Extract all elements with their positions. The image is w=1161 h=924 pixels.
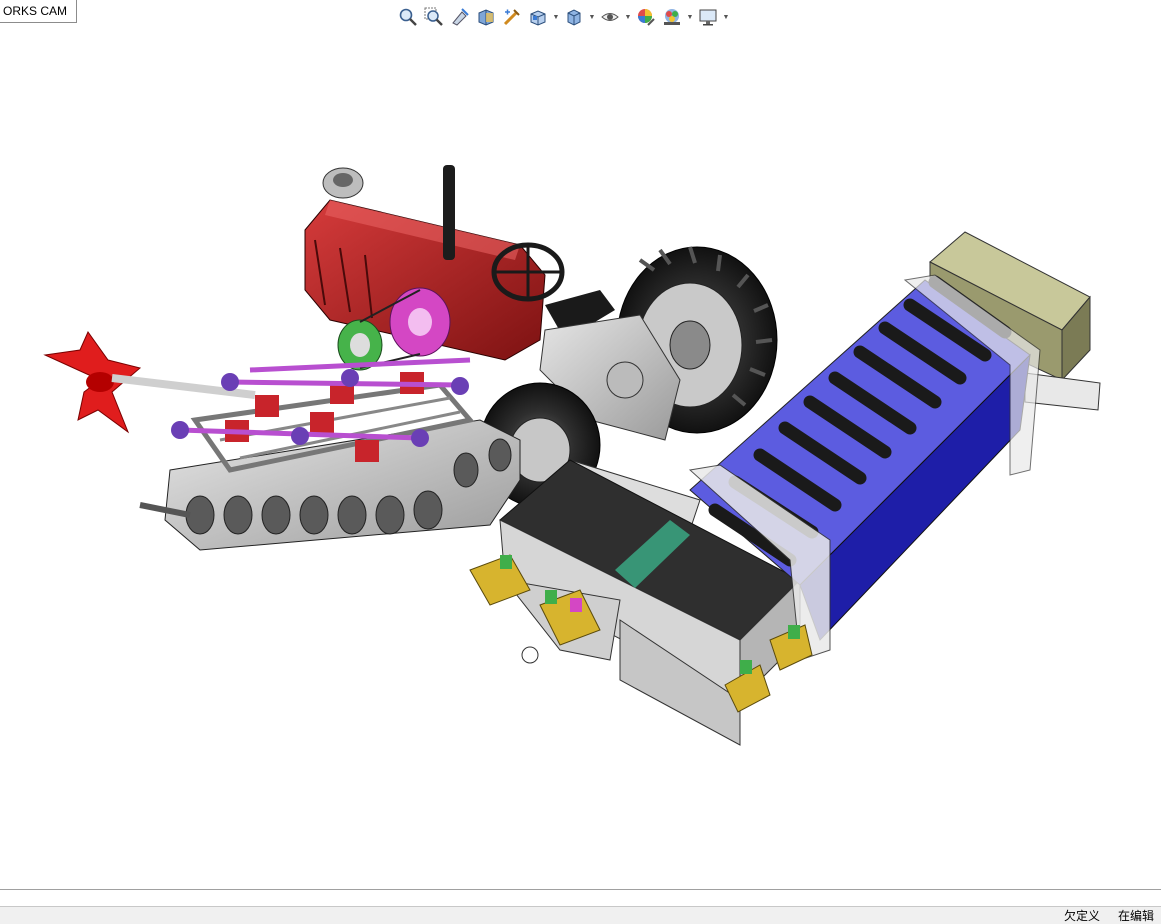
definition-status: 欠定义 [1064,909,1101,923]
apply-scene-icon[interactable] [660,5,684,29]
graphics-area[interactable] [0,30,1161,890]
view-settings-icon[interactable] [696,5,720,29]
air-filter-cap[interactable] [322,167,364,199]
display-style-dropdown-icon[interactable]: ▼ [588,5,596,29]
zoom-to-area-icon[interactable] [422,5,446,29]
status-bar: 欠定义 在编辑 [0,907,1161,924]
zoom-to-fit-icon[interactable] [396,5,420,29]
section-view-icon[interactable] [474,5,498,29]
steering-wheel[interactable] [491,242,565,302]
apply-scene-dropdown-icon[interactable]: ▼ [686,5,694,29]
harvester-assembly-model[interactable] [0,30,1161,890]
edit-status: 在编辑 [1118,909,1155,923]
view-orientation-dropdown-icon[interactable]: ▼ [552,5,560,29]
exhaust-pipe[interactable] [443,165,455,260]
cam-tab[interactable]: ORKS CAM [0,0,78,23]
view-orientation-icon[interactable] [526,5,550,29]
view-settings-dropdown-icon[interactable]: ▼ [722,5,730,29]
previous-view-icon[interactable] [448,5,472,29]
dynamic-annotation-icon[interactable] [500,5,524,29]
display-style-icon[interactable] [562,5,586,29]
hide-show-dropdown-icon[interactable]: ▼ [624,5,632,29]
viewport-bottom-border [0,889,1161,890]
edit-appearance-icon[interactable] [634,5,658,29]
hide-show-items-icon[interactable] [598,5,622,29]
heads-up-view-toolbar: ▼ ▼ ▼ ▼ ▼ [396,4,730,30]
